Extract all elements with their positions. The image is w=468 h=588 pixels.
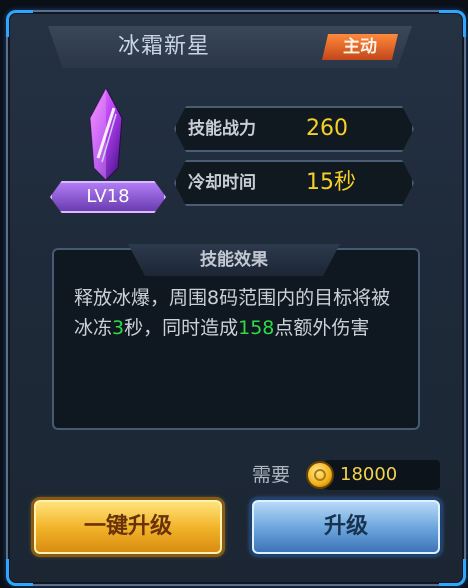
- freeze-seconds-value: 3: [112, 317, 125, 339]
- corner-ornament: [439, 10, 466, 37]
- stat-label: 技能战力: [188, 119, 256, 139]
- stat-value: 15秒: [306, 170, 356, 195]
- crystal-skill-icon: [89, 88, 123, 180]
- corner-ornament: [439, 559, 466, 586]
- skill-name: 冰霜新星: [118, 34, 211, 59]
- stat-skill-power: 技能战力 260: [174, 106, 414, 152]
- effect-title: 技能效果: [200, 250, 268, 270]
- skill-type-badge: 主动: [322, 34, 398, 60]
- upgrade-button[interactable]: 升级: [252, 500, 440, 554]
- gold-coin-icon: [306, 461, 334, 489]
- cost-amount: 18000: [340, 464, 398, 485]
- stat-cooldown: 冷却时间 15秒: [174, 160, 414, 206]
- damage-value: 158: [238, 317, 275, 339]
- effect-description: 释放冰爆，周围8码范围内的目标将被冰冻3秒，同时造成158点额外伤害: [74, 283, 404, 343]
- one-click-upgrade-button[interactable]: 一键升级: [34, 500, 222, 554]
- cost-label: 需要: [252, 464, 291, 486]
- skill-level-badge: LV18: [50, 181, 166, 213]
- stat-value: 260: [306, 116, 348, 141]
- corner-ornament: [6, 10, 33, 37]
- effect-text-part: 秒，同时造成: [124, 317, 239, 339]
- effect-text-part: 点额外伤害: [274, 317, 370, 339]
- stat-label: 冷却时间: [188, 173, 256, 193]
- corner-ornament: [6, 559, 33, 586]
